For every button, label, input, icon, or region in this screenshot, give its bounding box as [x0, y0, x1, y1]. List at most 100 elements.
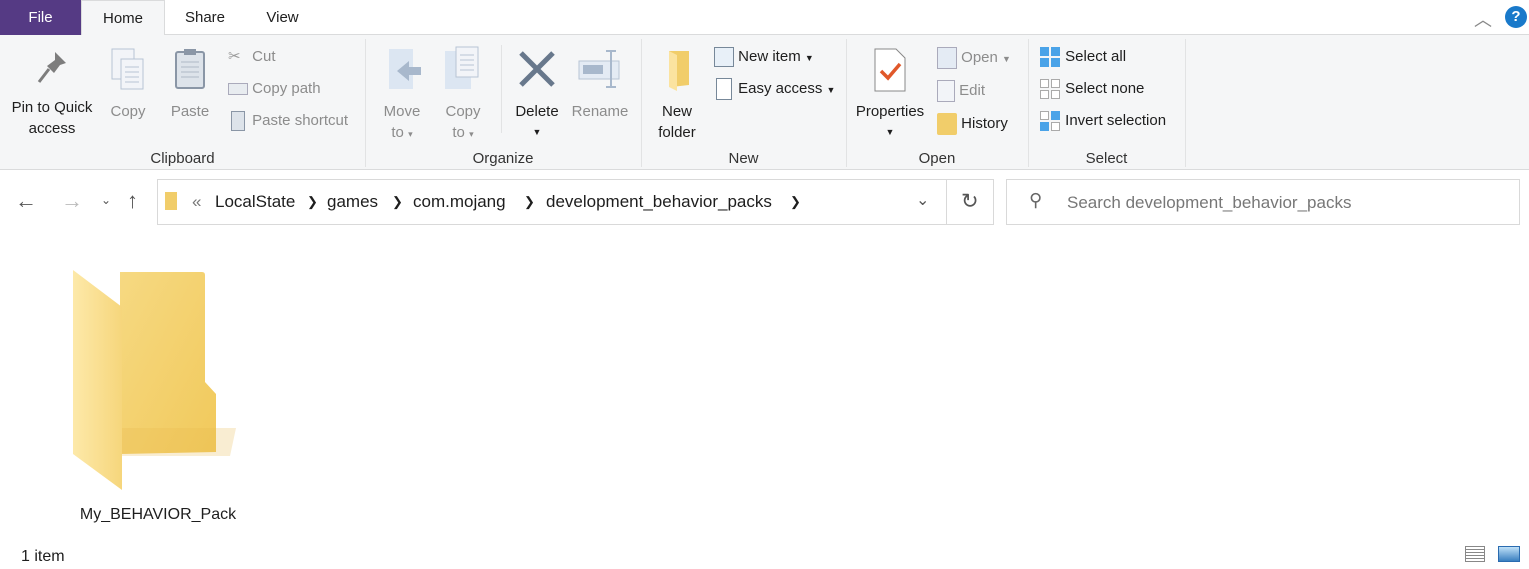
move-to-icon: [389, 49, 421, 89]
back-button[interactable]: ←: [15, 188, 37, 214]
paste-icon: [175, 49, 205, 89]
pin-to-quick-access-button[interactable]: Pin to Quick access: [4, 49, 100, 139]
tab-view[interactable]: View: [245, 0, 320, 35]
select-all-label: Select all: [1065, 48, 1127, 65]
new-folder-button[interactable]: New folder: [650, 47, 704, 143]
select-none-button[interactable]: Select none: [1039, 77, 1144, 101]
address-bar[interactable]: « LocalState ❯ games ❯ com.mojang ❯ deve…: [157, 179, 994, 225]
copy-to-label-1: Copy: [445, 103, 481, 120]
rename-button[interactable]: Rename: [568, 47, 632, 122]
copy-to-button[interactable]: Copy to ▾: [438, 45, 488, 145]
chevron-right-icon[interactable]: ❯: [790, 194, 801, 210]
delete-icon: [519, 51, 555, 87]
edit-button[interactable]: Edit: [937, 79, 985, 103]
properties-label: Properties: [855, 103, 925, 120]
new-item-button[interactable]: New item ▼: [714, 45, 814, 69]
properties-icon: [874, 48, 906, 92]
recent-locations-button[interactable]: ⌄: [101, 193, 111, 207]
delete-dropdown-arrow[interactable]: ▼: [510, 122, 564, 143]
breadcrumb-item[interactable]: LocalState: [215, 192, 295, 212]
search-placeholder: Search development_behavior_packs: [1067, 193, 1352, 212]
properties-button[interactable]: Properties ▼: [852, 47, 928, 143]
open-icon: [937, 47, 957, 70]
cut-button[interactable]: ✂ Cut: [228, 45, 276, 69]
open-label: Open: [961, 49, 998, 66]
folder-name: My_BEHAVIOR_Pack: [79, 506, 237, 523]
tab-home[interactable]: Home: [81, 0, 165, 36]
move-to-button[interactable]: Move to ▾: [376, 47, 428, 145]
paste-label: Paste: [170, 103, 210, 120]
rename-label: Rename: [571, 103, 629, 120]
move-to-label-2: to ▾: [391, 124, 413, 141]
delete-button[interactable]: Delete ▼: [510, 47, 564, 143]
tab-share[interactable]: Share: [165, 0, 245, 35]
easy-access-icon: [716, 78, 732, 101]
edit-icon: [937, 80, 955, 103]
new-item-icon: [714, 47, 734, 68]
invert-selection-icon: [1040, 111, 1060, 132]
invert-selection-label: Invert selection: [1065, 112, 1167, 129]
group-label-new: New: [728, 150, 759, 167]
breadcrumb-overflow[interactable]: «: [192, 192, 201, 212]
collapse-ribbon-icon[interactable]: ︿: [1474, 6, 1492, 32]
address-dropdown-icon[interactable]: ⌄: [916, 190, 929, 210]
tab-file[interactable]: File: [0, 0, 81, 35]
scissors-icon: ✂: [228, 48, 241, 66]
group-label-select: Select: [1085, 150, 1128, 167]
select-all-button[interactable]: Select all: [1039, 45, 1126, 69]
chevron-right-icon[interactable]: ❯: [307, 194, 318, 210]
paste-shortcut-button[interactable]: Paste shortcut: [228, 109, 348, 133]
open-button[interactable]: Open ▼: [937, 46, 1011, 70]
easy-access-label: Easy access: [738, 80, 823, 97]
copy-to-label-2: to ▾: [452, 124, 474, 141]
paste-shortcut-icon: [231, 111, 245, 132]
folder-item[interactable]: My_BEHAVIOR_Pack: [60, 262, 256, 528]
help-icon[interactable]: ?: [1505, 6, 1527, 28]
edit-label: Edit: [959, 82, 986, 99]
copy-path-icon: [228, 83, 248, 96]
pin-label-2: access: [28, 120, 76, 137]
rename-icon: [578, 50, 620, 88]
breadcrumb-item[interactable]: games: [327, 192, 378, 212]
details-view-icon[interactable]: [1465, 546, 1485, 562]
large-icons-view-icon[interactable]: [1498, 546, 1520, 562]
history-label: History: [961, 115, 1008, 132]
group-label-clipboard: Clipboard: [150, 150, 215, 167]
new-folder-label-2: folder: [658, 124, 696, 141]
copy-button[interactable]: Copy: [104, 47, 152, 122]
refresh-icon[interactable]: ↻: [961, 189, 979, 214]
select-none-icon: [1040, 79, 1060, 100]
forward-button[interactable]: →: [61, 188, 83, 214]
folder-icon: [73, 270, 236, 490]
status-item-count: 1 item: [21, 548, 65, 565]
paste-shortcut-label: Paste shortcut: [252, 112, 349, 129]
ribbon: Pin to Quick access Copy Paste ✂ Cut Cop…: [0, 35, 1529, 170]
invert-selection-button[interactable]: Invert selection: [1039, 109, 1166, 133]
copy-icon: [111, 48, 144, 90]
new-folder-label-1: New: [661, 103, 692, 120]
copy-to-icon: [445, 46, 479, 89]
breadcrumb-item[interactable]: development_behavior_packs: [546, 192, 772, 212]
cut-label: Cut: [252, 48, 276, 65]
pin-icon: [37, 52, 66, 83]
history-button[interactable]: History: [937, 112, 1008, 136]
select-none-label: Select none: [1065, 80, 1145, 97]
properties-dropdown-arrow[interactable]: ▼: [852, 122, 928, 143]
easy-access-button[interactable]: Easy access ▼: [714, 77, 835, 101]
breadcrumb-item[interactable]: com.mojang: [413, 192, 506, 212]
paste-button[interactable]: Paste: [165, 47, 215, 122]
copy-path-label: Copy path: [252, 80, 321, 97]
copy-path-button[interactable]: Copy path: [228, 77, 321, 101]
delete-label: Delete: [515, 103, 559, 120]
search-icon: ⚲: [1029, 190, 1043, 210]
copy-label: Copy: [110, 103, 146, 120]
group-label-open: Open: [918, 150, 956, 167]
pin-label-1: Pin to Quick: [11, 99, 93, 116]
chevron-right-icon[interactable]: ❯: [392, 194, 403, 210]
folder-icon: [669, 51, 689, 91]
folder-icon: [165, 192, 177, 210]
ribbon-tab-bar: File Home Share View ︿ ?: [0, 0, 1529, 36]
up-button[interactable]: ↑: [127, 188, 138, 214]
chevron-right-icon[interactable]: ❯: [524, 194, 535, 210]
search-box[interactable]: ⚲ Search development_behavior_packs: [1006, 179, 1520, 225]
